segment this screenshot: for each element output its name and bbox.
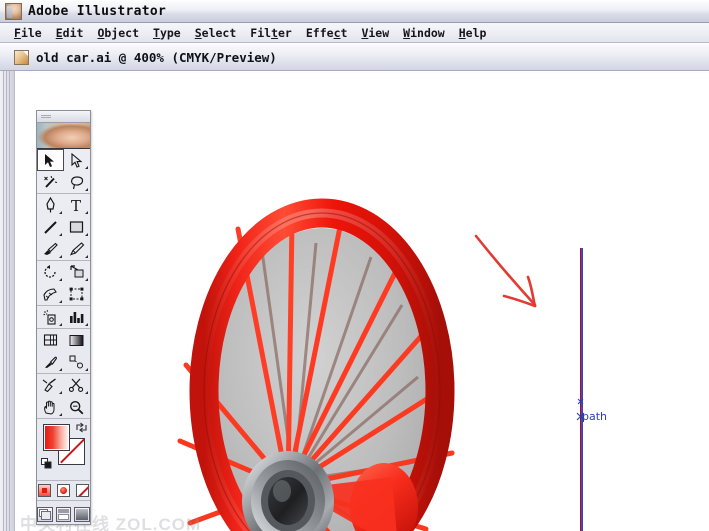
menu-filter[interactable]: Filter [243, 25, 299, 41]
toolbox-drag-grip[interactable] [37, 111, 90, 123]
flyout-indicator-icon [85, 233, 88, 236]
blend-tool[interactable] [64, 351, 91, 373]
mesh-tool[interactable] [37, 329, 64, 351]
smart-guide-label: path [582, 410, 608, 423]
application-title: Adobe Illustrator [28, 3, 167, 19]
menu-view[interactable]: View [354, 25, 396, 41]
menu-edit[interactable]: Edit [49, 25, 91, 41]
tool-group-transform [37, 261, 90, 306]
zoom-tool[interactable] [64, 396, 91, 418]
lasso-tool[interactable] [64, 171, 91, 193]
none-mode-button[interactable] [76, 484, 89, 497]
tool-group-symbol-graph [37, 306, 90, 329]
full-screen-with-menubar-mode-button[interactable] [55, 506, 72, 522]
menu-file[interactable]: File [7, 25, 49, 41]
tool-group-drawing: T [37, 194, 90, 261]
document-title: old car.ai @ 400% (CMYK/Preview) [36, 49, 277, 65]
svg-text:T: T [71, 198, 81, 213]
flyout-indicator-icon [58, 300, 62, 303]
selection-tool[interactable] [37, 149, 64, 171]
free-transform-tool[interactable] [64, 283, 91, 305]
flyout-indicator-icon [58, 413, 62, 416]
illustrator-venus-icon[interactable] [5, 2, 22, 20]
flyout-indicator-icon [58, 368, 62, 371]
flyout-indicator-icon [58, 323, 62, 326]
line-segment-tool[interactable] [37, 216, 64, 238]
full-screen-mode-button[interactable] [74, 506, 91, 522]
fill-stroke-controls [37, 419, 90, 481]
ai-document-icon [14, 49, 29, 65]
default-fill-stroke-icon[interactable] [41, 456, 52, 469]
flyout-indicator-icon [58, 211, 62, 214]
tool-group-utility [37, 374, 90, 419]
illustrator-window: Adobe Illustrator File Edit Object Type … [0, 0, 709, 531]
flyout-indicator-icon [85, 391, 88, 394]
selected-path-line[interactable] [580, 248, 583, 531]
magic-wand-tool[interactable] [37, 171, 64, 193]
gradient-mode-button[interactable] [57, 484, 70, 497]
window-left-frame [0, 71, 15, 531]
canvas-top-edge [16, 72, 709, 74]
scale-tool[interactable] [64, 261, 91, 283]
flyout-indicator-icon [85, 255, 88, 258]
flyout-indicator-icon [85, 166, 88, 169]
toolbox-venus-banner [37, 123, 90, 149]
column-graph-tool[interactable] [64, 306, 91, 328]
symbol-sprayer-tool[interactable] [37, 306, 64, 328]
rotate-tool[interactable] [37, 261, 64, 283]
pen-tool[interactable] [37, 194, 64, 216]
menu-help[interactable]: Help [452, 25, 494, 41]
flyout-indicator-icon [85, 368, 88, 371]
flyout-indicator-icon [85, 188, 88, 191]
document-canvas[interactable]: path 中关村在线 ZOL.COM [16, 72, 709, 531]
direct-selection-tool[interactable] [64, 149, 91, 171]
flyout-indicator-icon [85, 323, 88, 326]
slice-tool[interactable] [37, 374, 64, 396]
flyout-indicator-icon [85, 278, 88, 281]
application-titlebar: Adobe Illustrator [0, 0, 709, 23]
wheel-artwork[interactable] [166, 177, 476, 531]
menu-effect[interactable]: Effect [299, 25, 355, 41]
menu-select[interactable]: Select [188, 25, 244, 41]
flyout-indicator-icon [58, 391, 62, 394]
menu-object[interactable]: Object [90, 25, 146, 41]
fill-mode-buttons [37, 481, 90, 501]
warp-tool[interactable] [37, 283, 64, 305]
eyedropper-tool[interactable] [37, 351, 64, 373]
tool-group-paint [37, 329, 90, 374]
swap-fill-stroke-icon[interactable] [76, 420, 87, 433]
flyout-indicator-icon [58, 255, 62, 258]
fill-swatch[interactable] [43, 424, 70, 451]
flyout-indicator-icon [58, 278, 62, 281]
paintbrush-tool[interactable] [37, 238, 64, 260]
standard-screen-mode-button[interactable] [37, 506, 53, 522]
type-tool[interactable]: T [64, 194, 91, 216]
toolbox-palette[interactable]: T [36, 110, 91, 525]
flyout-indicator-icon [85, 211, 88, 214]
gradient-tool[interactable] [64, 329, 91, 351]
color-mode-button[interactable] [38, 484, 51, 497]
tool-group-selection [37, 149, 90, 194]
screen-mode-buttons [37, 501, 91, 527]
annotation-arrow-icon [456, 222, 566, 322]
menu-window[interactable]: Window [396, 25, 452, 41]
hand-tool[interactable] [37, 396, 64, 418]
document-titlebar[interactable]: old car.ai @ 400% (CMYK/Preview) [0, 44, 709, 71]
flyout-indicator-icon [58, 233, 62, 236]
menu-type[interactable]: Type [146, 25, 188, 41]
smart-guide-anchor-icon [577, 392, 584, 405]
menubar: File Edit Object Type Select Filter Effe… [0, 23, 709, 43]
scissors-tool[interactable] [64, 374, 91, 396]
pencil-tool[interactable] [64, 238, 91, 260]
rectangle-tool[interactable] [64, 216, 91, 238]
